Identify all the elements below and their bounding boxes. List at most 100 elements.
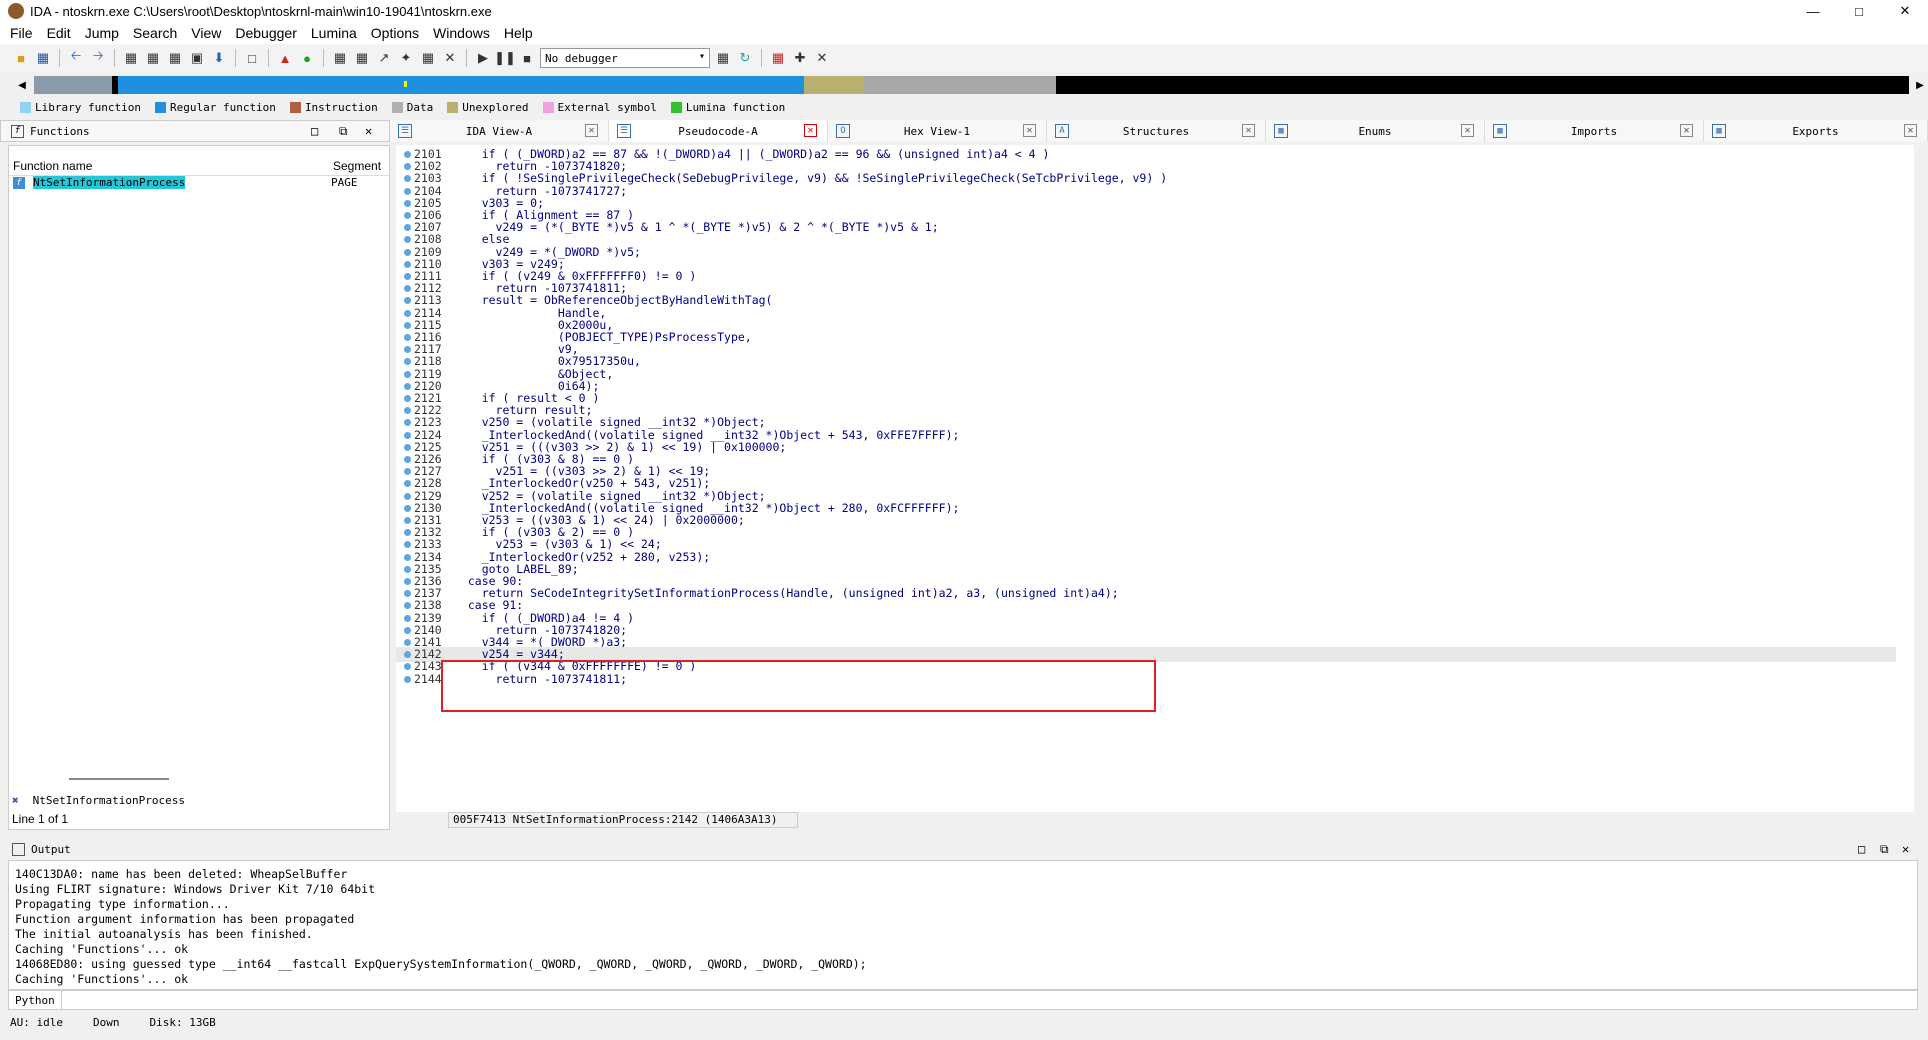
breakpoint-dot-icon[interactable] <box>404 419 411 427</box>
search-binary-icon[interactable]: ▦ <box>122 49 140 67</box>
minimize-button[interactable]: — <box>1790 0 1836 22</box>
tab-close-icon[interactable]: ✕ <box>804 124 817 137</box>
breakpoint-dot-icon[interactable] <box>404 163 411 171</box>
panel-close-icon[interactable]: ✕ <box>365 124 372 138</box>
trace-icon[interactable]: ✚ <box>791 49 809 67</box>
panel-close-icon[interactable]: ✕ <box>1902 842 1909 856</box>
stop-icon[interactable]: ■ <box>518 49 536 67</box>
breakpoint-dot-icon[interactable] <box>404 517 411 524</box>
menu-debugger[interactable]: Debugger <box>235 25 297 41</box>
breakpoint-dot-icon[interactable] <box>404 492 411 500</box>
breakpoint-dot-icon[interactable] <box>404 565 411 573</box>
breakpoint-dot-icon[interactable] <box>404 651 411 659</box>
structure-icon[interactable]: ▦ <box>331 49 349 67</box>
breakpoint-dot-icon[interactable] <box>404 334 411 341</box>
close-window-button[interactable]: ✕ <box>1882 0 1928 22</box>
breakpoint-dot-icon[interactable] <box>404 260 411 268</box>
python-language-button[interactable]: Python <box>9 991 62 1009</box>
menu-file[interactable]: File <box>10 25 33 41</box>
breakpoint-dot-icon[interactable] <box>404 346 411 354</box>
breakpoint-dot-icon[interactable] <box>404 273 411 280</box>
menu-search[interactable]: Search <box>133 25 177 41</box>
python-input[interactable] <box>62 991 1917 1009</box>
breakpoint-dot-icon[interactable] <box>404 468 411 476</box>
menu-help[interactable]: Help <box>504 25 533 41</box>
breakpoint-dot-icon[interactable] <box>404 443 411 451</box>
panel-maximize-icon[interactable]: □ <box>311 124 318 138</box>
breakpoint-dot-icon[interactable] <box>404 431 411 439</box>
tab-imports[interactable]: ▦ Imports ✕ <box>1485 120 1704 142</box>
breakpoint-dot-icon[interactable] <box>404 285 411 293</box>
enum-icon[interactable]: ▦ <box>353 49 371 67</box>
panel-float-icon[interactable]: ⧉ <box>339 124 348 139</box>
tab-close-icon[interactable]: ✕ <box>1242 124 1255 137</box>
breakpoint-dot-icon[interactable] <box>404 553 411 561</box>
breakpoint-dot-icon[interactable] <box>404 224 411 232</box>
pause-icon[interactable]: ❚❚ <box>494 49 516 67</box>
breakpoint-dot-icon[interactable] <box>404 541 411 549</box>
breakpoint-dot-icon[interactable] <box>404 199 411 207</box>
nav-right-arrow-icon[interactable]: ▶ <box>1910 74 1928 96</box>
maximize-button[interactable]: □ <box>1836 0 1882 22</box>
tab-close-icon[interactable]: ✕ <box>1904 124 1917 137</box>
tab-close-icon[interactable]: ✕ <box>585 124 598 137</box>
xref-icon[interactable]: ↗ <box>375 49 393 67</box>
vertical-scrollbar[interactable] <box>1914 145 1928 830</box>
breakpoint-dot-icon[interactable] <box>404 639 411 646</box>
clear-trace-icon[interactable]: ✕ <box>813 49 831 67</box>
play-icon[interactable]: ▶ <box>474 49 492 67</box>
segment-icon[interactable]: ▦ <box>419 49 437 67</box>
breakpoint-dot-icon[interactable] <box>404 456 411 463</box>
breakpoint-dot-icon[interactable] <box>404 236 411 244</box>
breakpoint-dot-icon[interactable] <box>404 187 411 195</box>
tab-hex-view-1[interactable]: O Hex View-1 ✕ <box>828 120 1047 142</box>
tab-pseudocode-a[interactable]: ☰ Pseudocode-A ✕ <box>609 120 828 142</box>
search-text-icon[interactable]: ▦ <box>144 49 162 67</box>
breakpoint-dot-icon[interactable] <box>404 590 411 598</box>
tab-ida-view-a[interactable]: ☰ IDA View-A ✕ <box>390 120 609 142</box>
col-function-name[interactable]: Function name <box>13 159 92 173</box>
breakpoint-dot-icon[interactable] <box>404 626 411 634</box>
attach-icon[interactable]: ↻ <box>736 49 754 67</box>
breakpoint-dot-icon[interactable] <box>404 504 411 512</box>
breakpoint-dot-icon[interactable] <box>404 407 411 415</box>
breakpoint-dot-icon[interactable] <box>404 248 411 256</box>
menu-options[interactable]: Options <box>371 25 419 41</box>
breakpoint-dot-icon[interactable] <box>404 480 411 488</box>
menu-edit[interactable]: Edit <box>47 25 71 41</box>
tab-enums[interactable]: ▦ Enums ✕ <box>1266 120 1485 142</box>
pseudocode-view[interactable]: 2101 if ( (_DWORD)a2 == 87 && !(_DWORD)a… <box>396 145 1914 812</box>
tab-structures[interactable]: A Structures ✕ <box>1047 120 1266 142</box>
menu-windows[interactable]: Windows <box>433 25 490 41</box>
forward-arrow-icon[interactable]: 🡢 <box>89 48 107 67</box>
jump-down-icon[interactable]: ⬇ <box>210 49 228 67</box>
nav-left-arrow-icon[interactable]: ◀ <box>12 74 32 96</box>
col-segment[interactable]: Segment <box>333 159 381 173</box>
filter-close-icon[interactable]: ✖ <box>12 794 19 807</box>
code-line[interactable]: 2144 return -1073741811; <box>396 672 1896 687</box>
open-folder-icon[interactable]: ■ <box>12 49 30 67</box>
breakpoint-dot-icon[interactable] <box>404 309 411 317</box>
tab-close-icon[interactable]: ✕ <box>1680 124 1693 137</box>
menu-view[interactable]: View <box>191 25 221 41</box>
text-mode-icon[interactable]: □ <box>243 49 261 67</box>
breakpoint-dot-icon[interactable] <box>404 663 411 671</box>
menu-jump[interactable]: Jump <box>85 25 119 41</box>
breakpoint-dot-icon[interactable] <box>404 578 411 585</box>
horizontal-scrollbar[interactable] <box>69 778 169 780</box>
save-icon[interactable]: ▦ <box>34 49 52 67</box>
undefine-icon[interactable]: ✕ <box>441 49 459 67</box>
breakpoint-dot-icon[interactable] <box>404 602 411 610</box>
breakpoint-dot-icon[interactable] <box>404 321 411 329</box>
graph-icon[interactable]: ▲ <box>276 49 294 67</box>
breakpoint-dot-icon[interactable] <box>404 212 411 219</box>
back-arrow-icon[interactable]: 🡠 <box>67 48 85 67</box>
breakpoint-dot-icon[interactable] <box>404 395 411 402</box>
breakpoint-dot-icon[interactable] <box>404 175 411 183</box>
breakpoint-dot-icon[interactable] <box>404 358 411 366</box>
debug-options-icon[interactable]: ▦ <box>714 49 732 67</box>
search-next-icon[interactable]: ▣ <box>188 49 206 67</box>
panel-float-icon[interactable]: ⧉ <box>1880 842 1889 857</box>
breakpoint-dot-icon[interactable] <box>404 675 411 683</box>
breakpoint-dot-icon[interactable] <box>404 151 411 158</box>
